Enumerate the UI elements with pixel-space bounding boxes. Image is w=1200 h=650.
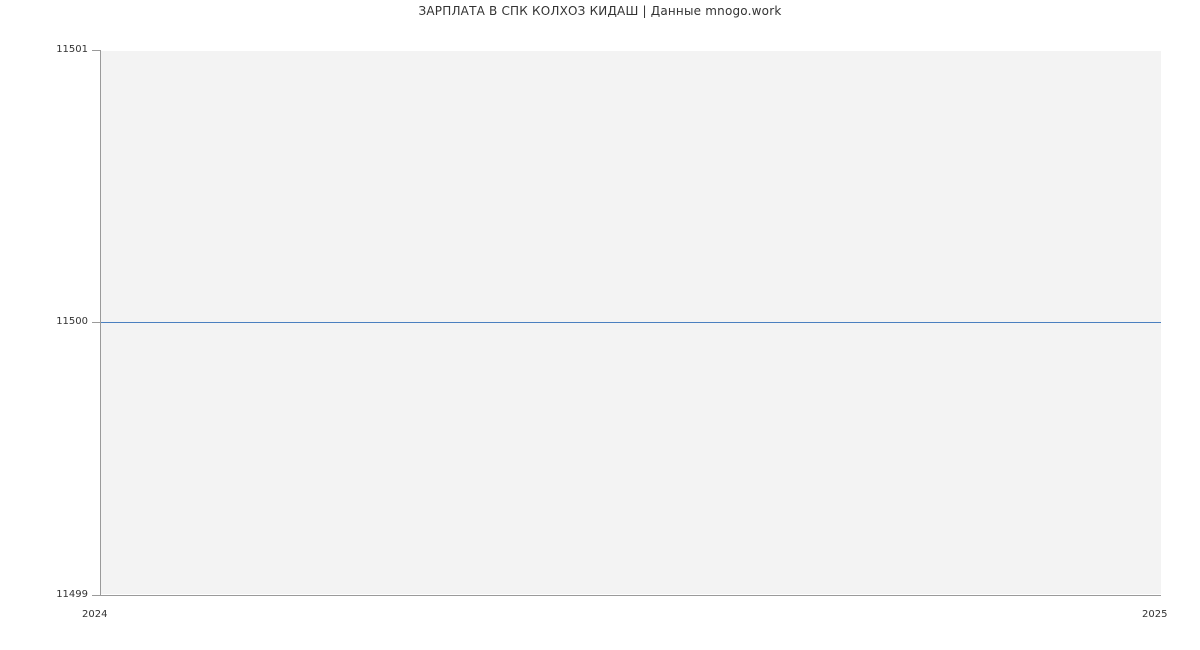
chart-title: ЗАРПЛАТА В СПК КОЛХОЗ КИДАШ | Данные mno… [0,4,1200,18]
plot-area [100,50,1161,596]
series-line-salary [101,322,1161,323]
y-tick [92,322,100,323]
y-tick-label: 11501 [0,45,88,55]
x-tick-label: 2024 [82,610,107,620]
y-tick [92,50,100,51]
y-tick [92,595,100,596]
y-tick-label: 11499 [0,590,88,600]
gridline [101,50,1161,51]
gridline [101,594,1161,595]
y-tick-label: 11500 [0,317,88,327]
chart-container: ЗАРПЛАТА В СПК КОЛХОЗ КИДАШ | Данные mno… [0,0,1200,650]
x-tick-label: 2025 [1142,610,1167,620]
